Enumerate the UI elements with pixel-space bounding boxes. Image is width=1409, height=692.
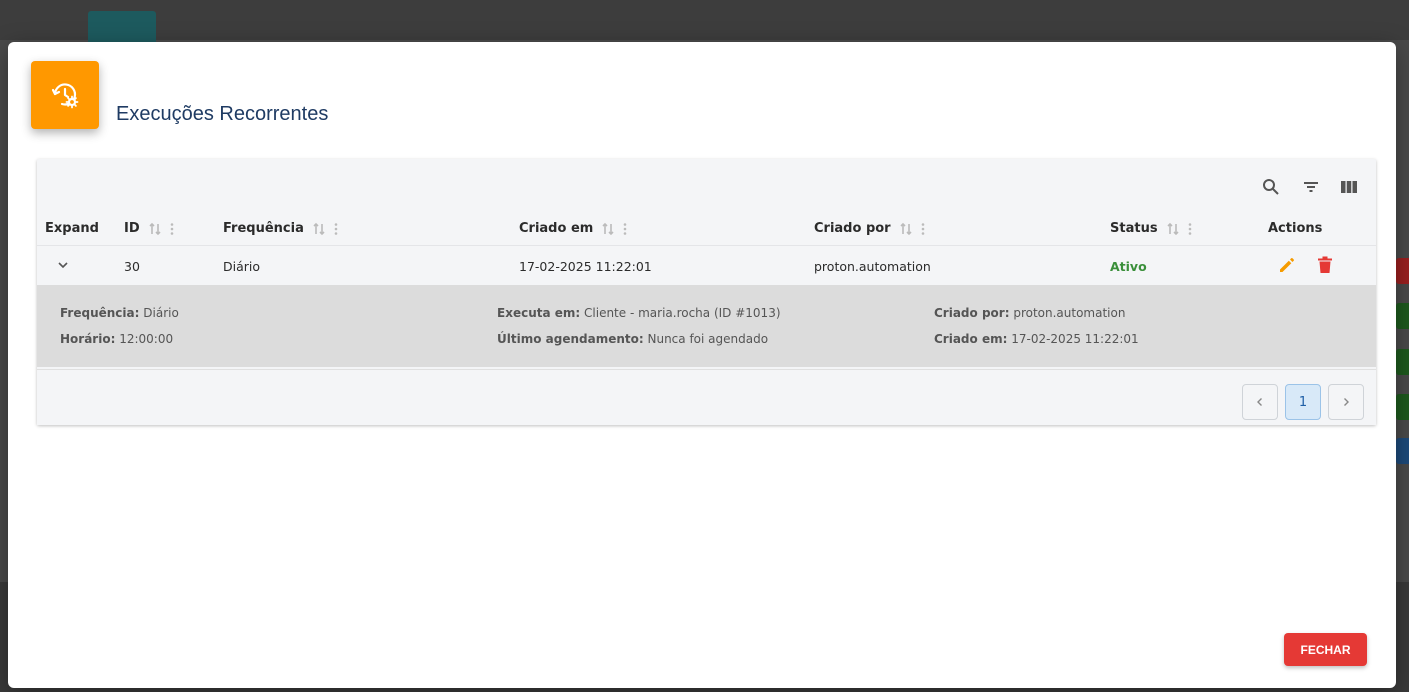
history-gear-icon bbox=[31, 61, 99, 129]
row-detail-panel: Frequência: Diário Horário: 12:00:00 Exe… bbox=[37, 285, 1376, 367]
column-menu-icon[interactable] bbox=[623, 222, 627, 236]
next-page-button[interactable] bbox=[1328, 384, 1364, 420]
column-header-actions: Actions bbox=[1268, 221, 1323, 236]
detail-ultimo-agendamento: Último agendamento: Nunca foi agendado bbox=[497, 332, 769, 346]
chevron-left-icon bbox=[1257, 398, 1262, 406]
close-button[interactable]: FECHAR bbox=[1284, 633, 1367, 666]
sort-icon[interactable] bbox=[312, 222, 326, 236]
cell-id: 30 bbox=[124, 259, 140, 274]
detail-criado-por: Criado por: proton.automation bbox=[934, 306, 1126, 320]
column-menu-icon[interactable] bbox=[334, 222, 338, 236]
sort-icon[interactable] bbox=[601, 222, 615, 236]
executions-table: Expand ID Frequência Criado em Criado po… bbox=[37, 159, 1376, 425]
column-header-id[interactable]: ID bbox=[124, 221, 174, 236]
cell-frequencia: Diário bbox=[223, 259, 261, 274]
background-strip-green bbox=[1396, 349, 1409, 375]
background-strip-green bbox=[1396, 394, 1409, 420]
sort-icon[interactable] bbox=[1166, 222, 1180, 236]
recurring-executions-modal: Execuções Recorrentes Expand ID Frequênc… bbox=[8, 42, 1396, 688]
detail-criado-em: Criado em: 17-02-2025 11:22:01 bbox=[934, 332, 1139, 346]
column-header-criado-em[interactable]: Criado em bbox=[519, 221, 627, 236]
detail-frequencia: Frequência: Diário bbox=[60, 306, 179, 320]
modal-title: Execuções Recorrentes bbox=[116, 103, 329, 125]
delete-icon[interactable] bbox=[1315, 255, 1335, 275]
background-topbar bbox=[0, 0, 1409, 40]
background-strip-blue bbox=[1396, 438, 1409, 464]
page-button-current[interactable]: 1 bbox=[1285, 384, 1321, 420]
filter-icon[interactable] bbox=[1299, 175, 1323, 199]
background-strip-red bbox=[1396, 258, 1409, 284]
pagination-bar: 1 bbox=[37, 369, 1376, 425]
column-header-expand: Expand bbox=[45, 221, 99, 236]
chevron-down-icon[interactable] bbox=[55, 257, 71, 273]
column-menu-icon[interactable] bbox=[1188, 222, 1192, 236]
sort-icon[interactable] bbox=[899, 222, 913, 236]
sort-icon[interactable] bbox=[148, 222, 162, 236]
search-icon[interactable] bbox=[1259, 175, 1283, 199]
column-menu-icon[interactable] bbox=[170, 222, 174, 236]
detail-horario: Horário: 12:00:00 bbox=[60, 332, 174, 346]
prev-page-button[interactable] bbox=[1242, 384, 1278, 420]
cell-criado-por: proton.automation bbox=[814, 259, 931, 274]
detail-executa-em: Executa em: Cliente - maria.rocha (ID #1… bbox=[497, 306, 781, 320]
cell-criado-em: 17-02-2025 11:22:01 bbox=[519, 259, 652, 274]
column-header-criado-por[interactable]: Criado por bbox=[814, 221, 925, 236]
column-header-status[interactable]: Status bbox=[1110, 221, 1192, 236]
status-badge: Ativo bbox=[1110, 259, 1147, 274]
edit-icon[interactable] bbox=[1277, 255, 1297, 275]
columns-icon[interactable] bbox=[1337, 175, 1361, 199]
column-menu-icon[interactable] bbox=[921, 222, 925, 236]
background-strip-green bbox=[1396, 303, 1409, 329]
chevron-right-icon bbox=[1344, 398, 1349, 406]
column-header-frequencia[interactable]: Frequência bbox=[223, 221, 338, 236]
